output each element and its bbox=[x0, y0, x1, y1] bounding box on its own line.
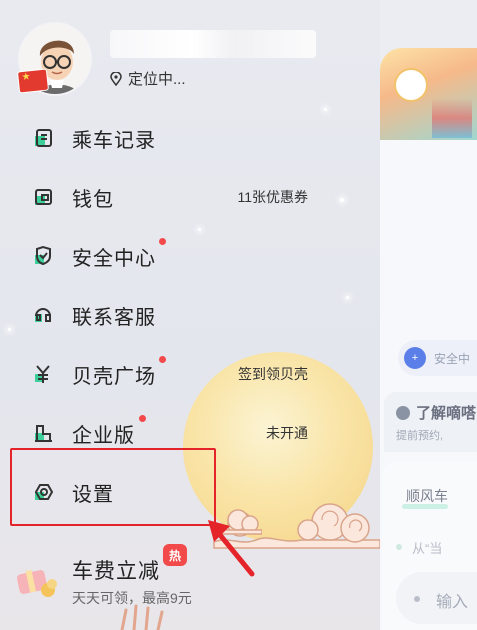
background-tab-underline bbox=[402, 504, 448, 509]
chat-bubble-icon bbox=[396, 405, 410, 420]
coupon-count: 11张优惠券 bbox=[237, 189, 308, 205]
background-safety-label: 安全中 bbox=[434, 351, 471, 366]
location-pin-icon bbox=[110, 71, 122, 86]
menu-label: 联系客服 bbox=[72, 306, 156, 329]
menu-item-ride-records[interactable]: 乘车记录 bbox=[0, 114, 330, 162]
sign-in-reward: 签到领贝壳 bbox=[238, 366, 308, 382]
background-learn-card: 了解嘀嗒 提前预约, bbox=[384, 392, 477, 452]
notification-dot bbox=[159, 238, 166, 245]
menu-item-safety-center[interactable]: 安全中心 bbox=[0, 232, 330, 280]
menu-label: 乘车记录 bbox=[72, 129, 156, 152]
menu-label: 安全中心 bbox=[72, 247, 156, 270]
arrow-icon bbox=[208, 520, 255, 577]
location-status: 定位中... bbox=[110, 68, 186, 89]
china-flag-icon bbox=[16, 68, 50, 94]
notification-dot bbox=[159, 356, 166, 363]
hot-badge: 热 bbox=[163, 544, 187, 566]
gift-icon[interactable] bbox=[14, 558, 58, 598]
background-banner bbox=[380, 48, 477, 140]
promo-title[interactable]: 车费立减 bbox=[72, 555, 160, 585]
sparkle-decoration bbox=[340, 198, 344, 202]
sparkle-decoration bbox=[346, 296, 349, 299]
background-ride-tab: 顺风车 bbox=[406, 488, 448, 504]
menu-item-wallet[interactable]: 钱包 11张优惠券 bbox=[0, 173, 330, 221]
background-from-field: 从“当 bbox=[395, 538, 442, 557]
customer-service-icon bbox=[35, 308, 51, 322]
background-avatar bbox=[394, 68, 428, 102]
wallet-icon bbox=[35, 189, 52, 205]
background-safety-pill: + 安全中 bbox=[398, 340, 477, 376]
ride-record-icon bbox=[35, 129, 52, 147]
highlight-annotation-box bbox=[10, 448, 216, 526]
enterprise-status: 未开通 bbox=[266, 425, 308, 441]
background-destination-input: 输入 bbox=[396, 572, 477, 624]
menu-label: 企业版 bbox=[72, 424, 135, 447]
menu-label: 钱包 bbox=[72, 188, 114, 211]
menu-item-customer-service[interactable]: 联系客服 bbox=[0, 291, 330, 339]
menu-item-shell-plaza[interactable]: 贝壳广场 签到领贝壳 bbox=[0, 350, 330, 398]
username-redacted bbox=[110, 30, 316, 58]
side-drawer: 定位中... 乘车记录 钱包 11张优惠券 安全中心 bbox=[0, 0, 380, 630]
shield-icon: + bbox=[404, 347, 426, 369]
background-ride-card: 顺风车 从“当 输入 bbox=[382, 462, 477, 630]
background-city-illustration bbox=[432, 98, 472, 138]
background-learn-title: 了解嘀嗒 bbox=[416, 405, 477, 422]
yen-icon bbox=[35, 365, 50, 383]
background-learn-subtitle: 提前预约, bbox=[396, 430, 444, 442]
enterprise-icon bbox=[35, 425, 52, 442]
notification-dot bbox=[139, 415, 146, 422]
sparkle-decoration bbox=[198, 228, 201, 231]
safety-shield-icon bbox=[35, 245, 51, 266]
sparkle-decoration bbox=[324, 108, 327, 111]
menu-label: 贝壳广场 bbox=[72, 365, 156, 388]
location-text: 定位中... bbox=[128, 71, 186, 88]
hand-illustration bbox=[120, 604, 164, 630]
